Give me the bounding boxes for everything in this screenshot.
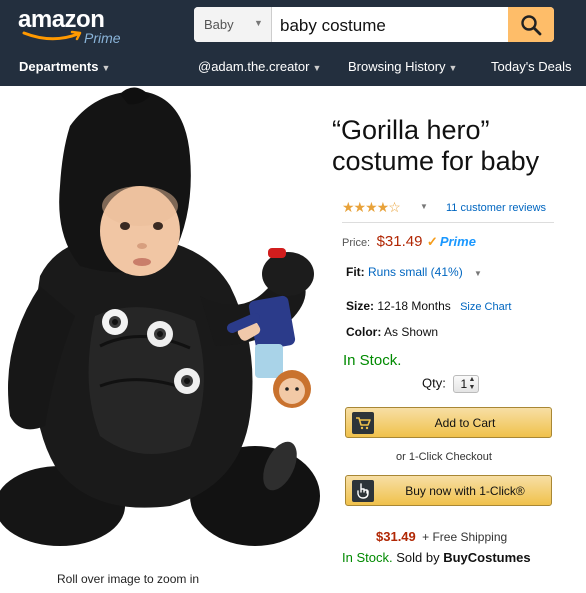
customer-reviews-link[interactable]: 11 customer reviews xyxy=(446,202,546,214)
prime-check-icon: ✓ xyxy=(426,234,438,249)
fit-label: Fit: xyxy=(346,265,365,279)
search-input[interactable] xyxy=(280,7,508,42)
logo-prime: Prime xyxy=(84,30,121,46)
cart-icon xyxy=(351,411,374,434)
chevron-down-icon: ▼ xyxy=(448,63,458,73)
size-label: Size: xyxy=(346,299,375,313)
shipping-text: + Free Shipping xyxy=(422,530,508,544)
nav-deals-label: Today's Deals xyxy=(491,59,572,74)
seller-by: Sold by xyxy=(396,550,440,565)
header-bar: amazon Prime Baby ▼ Departments▼ @adam.t… xyxy=(0,0,586,86)
nav-todays-deals[interactable]: Today's Deals xyxy=(491,59,572,74)
fit-value-link[interactable]: Runs small (41%) xyxy=(368,265,463,279)
size-row: Size: 12-18 Months Size Chart xyxy=(346,299,511,313)
quantity-row: Qty: 1 ▲ ▼ xyxy=(422,375,480,393)
color-label: Color: xyxy=(346,325,382,339)
nav-departments[interactable]: Departments ▼ xyxy=(19,59,110,74)
price-label: Price: xyxy=(342,237,371,249)
quantity-select[interactable]: 1 ▲ ▼ xyxy=(453,375,480,393)
hand-pointer-icon xyxy=(351,479,374,502)
chevron-down-icon: ▼ xyxy=(312,63,322,73)
divider xyxy=(342,222,554,223)
size-value[interactable]: 12-18 Months xyxy=(377,299,450,313)
search-bar: Baby ▼ xyxy=(194,7,554,42)
quantity-label: Qty: xyxy=(422,375,446,391)
zoom-hint: Roll over image to zoom in xyxy=(57,572,200,586)
pointer-icon-wrap xyxy=(346,476,379,505)
chevron-down-icon: ▼ xyxy=(101,63,111,73)
gorilla-costume-illustration xyxy=(0,87,320,546)
price-value: $31.49 xyxy=(376,233,423,250)
color-row: Color: As Shown xyxy=(346,325,438,339)
buy-now-label: Buy now with 1-Click® xyxy=(405,484,525,498)
color-value: As Shown xyxy=(384,325,439,339)
quantity-value: 1 xyxy=(460,377,468,391)
seller-stock: In Stock. xyxy=(342,550,393,565)
shipping-price: $31.49 xyxy=(376,529,416,544)
buy-now-button[interactable]: Buy now with 1-Click® xyxy=(345,475,552,506)
star-rating-icon[interactable]: ★★★★☆ xyxy=(342,199,401,216)
search-category-label: Baby xyxy=(204,17,234,32)
shipping-row: $31.49 + Free Shipping xyxy=(376,529,507,544)
nav-history-label: Browsing History xyxy=(348,59,446,74)
nav-account-label: @adam.the.creator xyxy=(198,59,310,74)
nav-departments-label: Departments xyxy=(19,59,99,74)
add-to-cart-label: Add to Cart xyxy=(434,416,496,430)
size-chart-link[interactable]: Size Chart xyxy=(460,301,511,313)
prime-badge: Prime xyxy=(439,234,476,249)
up-down-arrows-icon: ▲ ▼ xyxy=(468,376,476,391)
search-button[interactable] xyxy=(508,7,554,42)
smile-arrow-icon xyxy=(22,30,82,41)
chevron-down-icon[interactable]: ▼ xyxy=(474,269,482,278)
availability-status: In Stock. xyxy=(343,352,402,369)
seller-row: In Stock. Sold by BuyCostumes xyxy=(342,550,531,565)
chevron-down-icon[interactable]: ▼ xyxy=(420,202,428,211)
search-category-dropdown[interactable]: Baby ▼ xyxy=(194,7,272,42)
cart-icon-wrap xyxy=(346,408,379,437)
product-title: “Gorilla hero” costume for baby xyxy=(332,115,540,176)
add-to-cart-button[interactable]: Add to Cart xyxy=(345,407,552,438)
one-click-checkout-text: or 1-Click Checkout xyxy=(396,451,492,463)
amazon-logo[interactable]: amazon Prime xyxy=(18,6,138,50)
nav-browsing-history[interactable]: Browsing History ▼ xyxy=(348,59,457,74)
seller-name-link[interactable]: BuyCostumes xyxy=(443,550,530,565)
chevron-down-icon: ▼ xyxy=(254,18,263,28)
fit-row: Fit: Runs small (41%) ▼ xyxy=(346,265,482,279)
product-image[interactable] xyxy=(0,86,330,566)
search-icon xyxy=(521,15,542,36)
price-row: Price: $31.49 ✓ Prime xyxy=(342,233,476,251)
nav-account[interactable]: @adam.the.creator ▼ xyxy=(198,59,321,74)
